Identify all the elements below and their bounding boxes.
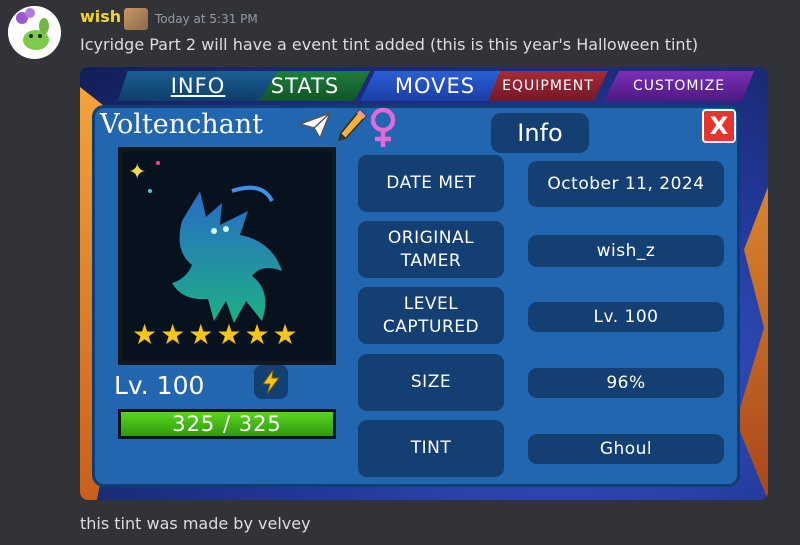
star-icon: ★: [272, 318, 298, 351]
star-rating: ★ ★ ★ ★ ★ ★: [132, 321, 298, 349]
message-text: Icyridge Part 2 will have a event tint a…: [80, 35, 699, 54]
followup-message-text: this tint was made by velvey: [80, 514, 311, 533]
tab-stats-label: STATS: [270, 74, 340, 98]
timestamp[interactable]: Today at 5:31 PM: [155, 12, 258, 26]
tab-equipment[interactable]: EQUIPMENT: [488, 71, 608, 101]
tab-moves[interactable]: MOVES: [360, 71, 510, 101]
tab-customize[interactable]: CUSTOMIZE: [604, 71, 754, 101]
tab-equipment-label: EQUIPMENT: [502, 78, 594, 94]
lightning-bolt-icon: [254, 365, 288, 399]
field-value-level-captured: Lv. 100: [528, 302, 724, 332]
creature-level: Lv. 100: [114, 371, 205, 400]
field-value-date-met: October 11, 2024: [528, 161, 724, 207]
tab-customize-label: CUSTOMIZE: [632, 78, 726, 94]
field-label-tint: TINT: [358, 420, 504, 477]
field-value-tint: Ghoul: [528, 434, 724, 464]
hp-bar: 325 / 325: [118, 409, 336, 439]
field-value-original-tamer: wish_z: [528, 235, 724, 267]
game-tab-bar: STATS MOVES EQUIPMENT CUSTOMIZE INFO: [80, 67, 768, 103]
star-icon: ★: [244, 318, 270, 351]
star-icon: ★: [160, 318, 186, 351]
close-button[interactable]: X: [702, 109, 736, 143]
star-icon: ★: [188, 318, 214, 351]
star-icon: ★: [132, 318, 158, 351]
username[interactable]: wish: [80, 7, 121, 26]
svg-text:✦: ✦: [128, 160, 146, 185]
tab-moves-label: MOVES: [394, 74, 476, 98]
tab-info-label: INFO: [170, 74, 226, 98]
field-label-level-captured: LEVEL CAPTURED: [358, 287, 504, 344]
field-label-size: SIZE: [358, 354, 504, 411]
hp-text: 325 / 325: [172, 412, 282, 436]
tab-info[interactable]: INFO: [118, 71, 278, 101]
user-badge-icon: [124, 8, 148, 30]
female-icon: [368, 107, 398, 153]
pencil-icon[interactable]: [336, 107, 368, 147]
paper-plane-icon[interactable]: [297, 110, 332, 144]
field-value-size: 96%: [528, 368, 724, 398]
star-icon: ★: [216, 318, 242, 351]
creature-name: Voltenchant: [100, 109, 263, 140]
avatar[interactable]: [8, 6, 61, 59]
image-attachment[interactable]: STATS MOVES EQUIPMENT CUSTOMIZE INFO Vol…: [80, 67, 768, 500]
field-label-original-tamer: ORIGINAL TAMER: [358, 221, 504, 278]
field-label-date-met: DATE MET: [358, 155, 504, 212]
panel-title: Info: [491, 113, 589, 153]
